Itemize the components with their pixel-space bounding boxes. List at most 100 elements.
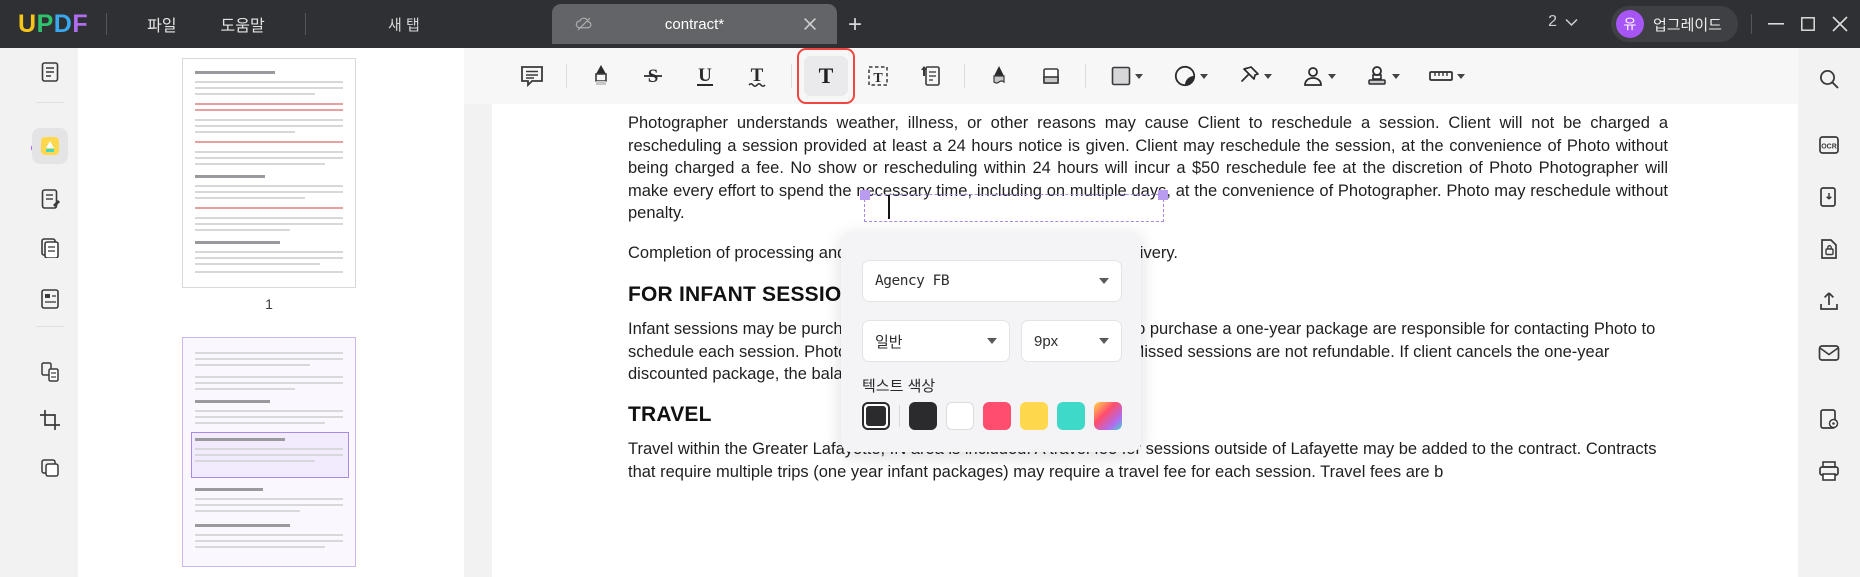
resize-handle-left[interactable]: [860, 190, 870, 200]
divider: [304, 13, 306, 35]
page-count-value: 2: [1548, 13, 1557, 30]
convert-icon: [41, 362, 59, 382]
divider: [566, 64, 567, 88]
edit-document-icon: [41, 189, 60, 209]
text-format-panel[interactable]: Agency FB 일반 9px 텍스트 색상: [841, 232, 1141, 452]
swatch-white[interactable]: [946, 402, 974, 430]
divider: [1085, 64, 1086, 88]
divider: [106, 13, 108, 35]
divider: [36, 102, 64, 103]
chevron-down-icon: [1391, 73, 1400, 79]
highlight-tool[interactable]: [579, 56, 623, 96]
close-window-button[interactable]: [1828, 12, 1852, 36]
sidebar-item-convert[interactable]: [32, 354, 68, 390]
chevron-down-icon: [1199, 73, 1208, 79]
swatch-black[interactable]: [909, 402, 937, 430]
strikethrough-icon: S: [644, 66, 662, 87]
sidebar-item-crop[interactable]: [32, 402, 68, 438]
printer-icon: [1819, 461, 1839, 481]
text-cursor: [888, 195, 890, 219]
compress-button[interactable]: [1810, 178, 1848, 216]
sticker-tool[interactable]: [1162, 56, 1218, 96]
divider: [899, 405, 900, 427]
comment-tool[interactable]: [510, 56, 554, 96]
svg-text:T: T: [751, 65, 764, 86]
new-tab-label[interactable]: 새 탭: [388, 14, 420, 35]
font-family-dropdown[interactable]: Agency FB: [862, 260, 1122, 302]
heading-travel: TRAVEL: [628, 403, 712, 426]
title-bar: U P D F 파일 도움말 새 탭 contract* + 2 유 업그레이드: [0, 0, 1860, 48]
note-callout-icon: [921, 66, 940, 86]
signature-tool[interactable]: [1290, 56, 1346, 96]
heading-infant-sessions: FOR INFANT SESSIONS: [628, 283, 871, 306]
upgrade-button[interactable]: 유 업그레이드: [1610, 6, 1738, 42]
chevron-down-icon: [1327, 73, 1336, 79]
logo-letter-d: D: [53, 9, 73, 38]
sticky-note-tool[interactable]: [908, 56, 952, 96]
print-button[interactable]: [1810, 452, 1848, 490]
thumbnail-page-2[interactable]: [182, 337, 356, 567]
text-insert-box[interactable]: [860, 190, 1168, 222]
swatch-black-selected[interactable]: [862, 402, 890, 430]
eraser-icon: [1043, 68, 1059, 84]
envelope-icon: [1818, 345, 1840, 361]
swatch-yellow[interactable]: [1020, 402, 1048, 430]
font-style-dropdown[interactable]: 일반: [862, 320, 1010, 362]
pencil-icon: [993, 66, 1005, 84]
email-button[interactable]: [1810, 334, 1848, 372]
pin-tool[interactable]: [1226, 56, 1282, 96]
thumbnail-page-1[interactable]: [182, 58, 356, 288]
swatch-pink[interactable]: [983, 402, 1011, 430]
document-viewport[interactable]: Photographer understands weather, illnes…: [464, 104, 1798, 577]
sidebar-item-page-edit[interactable]: [32, 229, 68, 265]
paragraph-infant: Infant sessions may be purchased as a on…: [628, 320, 1656, 383]
text-box-tool[interactable]: T: [856, 56, 900, 96]
ocr-button[interactable]: OCR: [1810, 126, 1848, 164]
add-text-tool[interactable]: T: [797, 48, 855, 104]
batch-button[interactable]: [1810, 400, 1848, 438]
sidebar-item-annotate[interactable]: [32, 128, 68, 164]
active-tool-highlight: [797, 48, 855, 104]
minimize-button[interactable]: [1764, 12, 1788, 36]
chevron-down-icon: [987, 338, 997, 344]
eraser-tool[interactable]: [1029, 56, 1073, 96]
protect-button[interactable]: [1810, 230, 1848, 268]
sidebar-item-organize[interactable]: [32, 450, 68, 486]
highlighter-icon: [41, 137, 59, 155]
underline-tool[interactable]: U: [683, 56, 727, 96]
menu-help[interactable]: 도움말: [199, 12, 287, 36]
chevron-down-icon: [1134, 73, 1143, 79]
app-logo[interactable]: U P D F: [18, 10, 88, 39]
divider: [791, 64, 792, 88]
page-count-selector[interactable]: 2: [1548, 13, 1578, 31]
sidebar-item-reader[interactable]: [32, 54, 68, 90]
document-tab[interactable]: contract*: [552, 4, 837, 44]
comment-bubble-icon: [521, 66, 543, 88]
search-button[interactable]: [1810, 60, 1848, 98]
logo-letter-p: P: [36, 9, 54, 38]
strikethrough-tool[interactable]: S: [631, 56, 675, 96]
maximize-button[interactable]: [1796, 12, 1820, 36]
close-icon[interactable]: [801, 15, 819, 33]
swatch-teal[interactable]: [1057, 402, 1085, 430]
font-style-value: 일반: [875, 333, 903, 351]
swatch-gradient[interactable]: [1094, 402, 1122, 430]
share-button[interactable]: [1810, 282, 1848, 320]
menu-file[interactable]: 파일: [125, 12, 198, 36]
stamp-tool[interactable]: [1354, 56, 1410, 96]
resize-handle-right[interactable]: [1158, 190, 1168, 200]
chevron-down-icon: [1099, 338, 1109, 344]
pdf-page[interactable]: Photographer understands weather, illnes…: [492, 104, 1798, 577]
divider: [36, 326, 64, 327]
pencil-tool[interactable]: [977, 56, 1021, 96]
left-sidebar-rail: [22, 48, 78, 577]
add-tab-button[interactable]: +: [848, 11, 862, 39]
sidebar-item-edit-pdf[interactable]: [32, 181, 68, 217]
squiggly-tool[interactable]: T: [735, 56, 779, 96]
sidebar-item-form[interactable]: [32, 281, 68, 317]
measure-tool[interactable]: [1418, 56, 1474, 96]
protect-document-icon: [1821, 239, 1837, 259]
shape-tool[interactable]: [1098, 56, 1154, 96]
font-size-dropdown[interactable]: 9px: [1021, 320, 1122, 362]
search-icon: [1820, 70, 1839, 89]
